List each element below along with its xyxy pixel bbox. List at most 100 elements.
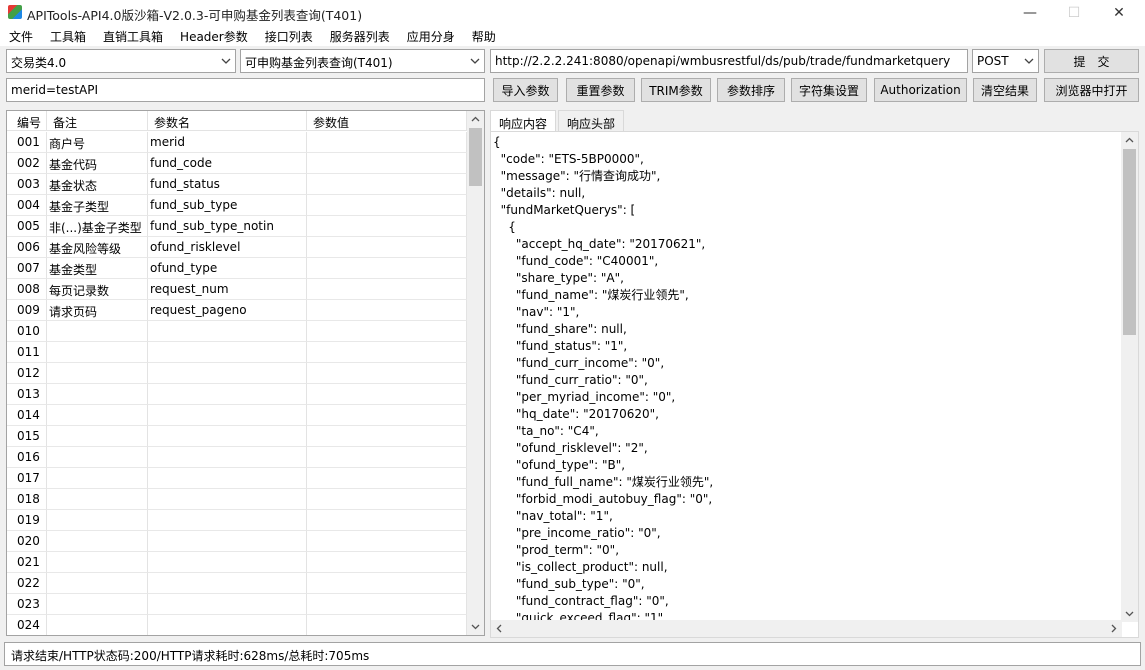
row-param-value[interactable] <box>307 573 467 594</box>
row-param-value[interactable] <box>307 447 467 468</box>
response-body[interactable]: { "code": "ETS-5BP0000", "message": "行情查… <box>493 134 1121 620</box>
row-remark <box>47 552 148 573</box>
table-row[interactable]: 018 <box>7 489 467 510</box>
table-row[interactable]: 024 <box>7 615 467 635</box>
table-row[interactable]: 006 基金风险等级 ofund_risklevel <box>7 237 467 258</box>
row-param-value[interactable] <box>307 489 467 510</box>
table-row[interactable]: 014 <box>7 405 467 426</box>
menu-app-clone[interactable]: 应用分身 <box>398 25 463 46</box>
method-select[interactable]: POST <box>972 49 1039 73</box>
chevron-up-icon[interactable] <box>470 114 481 125</box>
table-row[interactable]: 011 <box>7 342 467 363</box>
row-param-value[interactable] <box>307 552 467 573</box>
table-row[interactable]: 015 <box>7 426 467 447</box>
tab-response-headers[interactable]: 响应头部 <box>558 110 625 132</box>
table-row[interactable]: 023 <box>7 594 467 615</box>
category-select[interactable]: 交易类4.0 <box>6 49 236 73</box>
table-row[interactable]: 004 基金子类型 fund_sub_type <box>7 195 467 216</box>
row-remark <box>47 615 148 635</box>
row-remark <box>47 531 148 552</box>
row-param-value[interactable] <box>307 405 467 426</box>
row-param-value[interactable] <box>307 426 467 447</box>
table-row[interactable]: 012 <box>7 363 467 384</box>
menu-bar: 文件 工具箱 直销工具箱 Header参数 接口列表 服务器列表 应用分身 帮助 <box>0 25 1145 46</box>
maximize-button[interactable]: ☐ <box>1051 0 1097 25</box>
chevron-right-icon[interactable] <box>1108 623 1119 634</box>
chevron-down-icon[interactable] <box>470 621 481 632</box>
row-param-value[interactable] <box>307 258 467 279</box>
table-row[interactable]: 007 基金类型 ofund_type <box>7 258 467 279</box>
reset-params-button[interactable]: 重置参数 <box>566 78 635 102</box>
menu-file[interactable]: 文件 <box>0 25 41 46</box>
row-param-value[interactable] <box>307 615 467 635</box>
tab-response-content[interactable]: 响应内容 <box>490 110 557 133</box>
submit-button[interactable]: 提 交 <box>1044 49 1139 73</box>
row-param-value[interactable] <box>307 279 467 300</box>
row-param-value[interactable] <box>307 237 467 258</box>
clear-results-button[interactable]: 清空结果 <box>973 78 1037 102</box>
row-param-value[interactable] <box>307 363 467 384</box>
response-scrollbar[interactable] <box>1121 132 1138 622</box>
table-row[interactable]: 005 非(...)基金子类型 fund_sub_type_notin <box>7 216 467 237</box>
menu-direct-toolbox[interactable]: 直销工具箱 <box>94 25 171 46</box>
table-row[interactable]: 008 每页记录数 request_num <box>7 279 467 300</box>
row-param-value[interactable] <box>307 153 467 174</box>
table-row[interactable]: 009 请求页码 request_pageno <box>7 300 467 321</box>
row-param-value[interactable] <box>307 195 467 216</box>
header-remark[interactable]: 备注 <box>47 111 148 131</box>
row-param-value[interactable] <box>307 468 467 489</box>
authorization-button[interactable]: Authorization <box>874 78 967 102</box>
trim-params-button[interactable]: TRIM参数 <box>641 78 711 102</box>
menu-toolbox[interactable]: 工具箱 <box>41 25 94 46</box>
table-scroll-thumb[interactable] <box>469 128 482 186</box>
table-row[interactable]: 019 <box>7 510 467 531</box>
table-row[interactable]: 020 <box>7 531 467 552</box>
interface-select[interactable]: 可申购基金列表查询(T401) <box>240 49 485 73</box>
import-params-button[interactable]: 导入参数 <box>493 78 558 102</box>
window-title: APITools-API4.0版沙箱-V2.0.3-可申购基金列表查询(T401… <box>27 8 363 23</box>
table-row[interactable]: 003 基金状态 fund_status <box>7 174 467 195</box>
table-row[interactable]: 022 <box>7 573 467 594</box>
header-index[interactable]: 编号 <box>7 111 47 131</box>
menu-server-list[interactable]: 服务器列表 <box>321 25 398 46</box>
chevron-left-icon[interactable] <box>494 623 505 634</box>
table-row[interactable]: 001 商户号 merid <box>7 132 467 153</box>
table-row[interactable]: 016 <box>7 447 467 468</box>
open-in-browser-button[interactable]: 浏览器中打开 <box>1044 78 1139 102</box>
row-param-value[interactable] <box>307 174 467 195</box>
sort-params-button[interactable]: 参数排序 <box>717 78 785 102</box>
row-param-value[interactable] <box>307 384 467 405</box>
table-row[interactable]: 002 基金代码 fund_code <box>7 153 467 174</box>
query-params-input[interactable]: merid=testAPI <box>6 78 485 102</box>
row-index: 011 <box>7 342 47 363</box>
table-row[interactable]: 013 <box>7 384 467 405</box>
response-line: "ofund_risklevel": "2", <box>493 441 648 455</box>
url-input[interactable]: http://2.2.2.241:8080/openapi/wmbusrestf… <box>490 49 968 73</box>
header-param-name[interactable]: 参数名 <box>148 111 307 131</box>
row-param-name: fund_sub_type <box>148 195 307 216</box>
row-index: 020 <box>7 531 47 552</box>
table-row[interactable]: 010 <box>7 321 467 342</box>
row-param-value[interactable] <box>307 132 467 153</box>
row-param-value[interactable] <box>307 321 467 342</box>
table-scrollbar[interactable] <box>467 111 484 635</box>
response-scroll-thumb[interactable] <box>1123 149 1136 335</box>
charset-settings-button[interactable]: 字符集设置 <box>791 78 867 102</box>
row-param-value[interactable] <box>307 216 467 237</box>
chevron-up-icon[interactable] <box>1124 135 1135 146</box>
header-param-value[interactable]: 参数值 <box>307 111 467 131</box>
minimize-button[interactable]: — <box>1007 0 1053 25</box>
chevron-down-icon[interactable] <box>1124 608 1135 619</box>
table-row[interactable]: 021 <box>7 552 467 573</box>
row-param-value[interactable] <box>307 531 467 552</box>
row-param-value[interactable] <box>307 342 467 363</box>
row-param-value[interactable] <box>307 510 467 531</box>
menu-header-params[interactable]: Header参数 <box>171 25 256 46</box>
close-button[interactable]: ✕ <box>1096 0 1142 25</box>
table-row[interactable]: 017 <box>7 468 467 489</box>
row-param-value[interactable] <box>307 300 467 321</box>
menu-help[interactable]: 帮助 <box>463 25 504 46</box>
menu-interface-list[interactable]: 接口列表 <box>256 25 321 46</box>
row-param-value[interactable] <box>307 594 467 615</box>
response-hscrollbar[interactable] <box>491 620 1122 637</box>
